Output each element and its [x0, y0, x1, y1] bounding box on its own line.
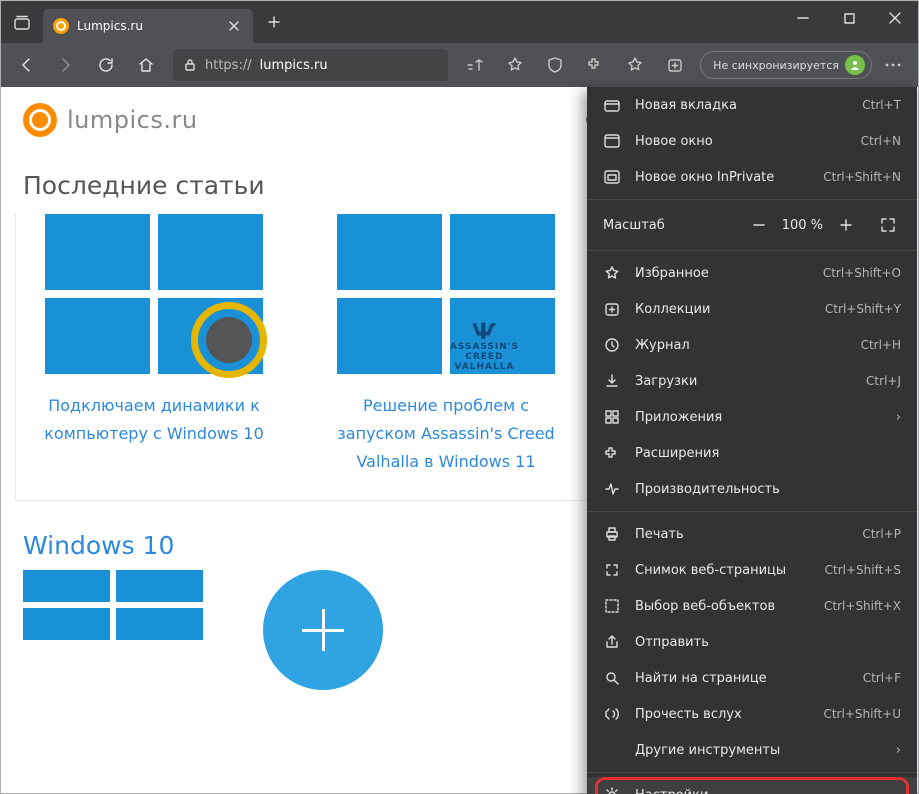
- zoom-out-button[interactable]: [746, 212, 772, 238]
- article-title: Решение проблем с запуском Assassin's Cr…: [312, 392, 580, 476]
- url-protocol: https://: [205, 58, 252, 73]
- window-controls: [780, 1, 918, 35]
- menu-separator: [587, 511, 917, 512]
- shield-icon[interactable]: [536, 46, 574, 84]
- tab-title: Lumpics.ru: [77, 19, 217, 33]
- home-button[interactable]: [127, 46, 165, 84]
- chevron-right-icon: ›: [896, 410, 901, 425]
- star-icon: [603, 265, 621, 281]
- article-thumb[interactable]: [23, 570, 203, 690]
- search-icon: [603, 670, 621, 686]
- back-button[interactable]: [7, 46, 45, 84]
- inprivate-icon: [603, 170, 621, 184]
- article-card[interactable]: Ѱ ASSASSIN'S CREED VALHALLA Решение проб…: [312, 214, 580, 476]
- toolbar: https:// lumpics.ru Не синхронизируется: [1, 43, 918, 87]
- menu-new-tab[interactable]: Новая вкладка Ctrl+T: [587, 87, 917, 123]
- window-icon: [603, 134, 621, 148]
- menu-separator: [587, 772, 917, 773]
- tab-overview-button[interactable]: [1, 1, 43, 43]
- url-domain: lumpics.ru: [260, 58, 328, 73]
- menu-new-inprivate[interactable]: Новое окно InPrivate Ctrl+Shift+N: [587, 159, 917, 195]
- favorites-star-outline-icon[interactable]: [616, 46, 654, 84]
- menu-settings[interactable]: Настройки: [587, 777, 917, 794]
- puzzle-icon: [603, 445, 621, 461]
- refresh-button[interactable]: [87, 46, 125, 84]
- minimize-button[interactable]: [780, 1, 826, 35]
- sync-label: Не синхронизируется: [713, 59, 839, 72]
- menu-apps[interactable]: Приложения ›: [587, 399, 917, 435]
- menu-collections[interactable]: Коллекции Ctrl+Shift+Y: [587, 291, 917, 327]
- forward-button[interactable]: [47, 46, 85, 84]
- chevron-right-icon: ›: [896, 743, 901, 758]
- printer-icon: [603, 526, 621, 542]
- menu-find[interactable]: Найти на странице Ctrl+F: [587, 660, 917, 696]
- menu-web-select[interactable]: Выбор веб-объектов Ctrl+Shift+X: [587, 588, 917, 624]
- read-aloud-icon[interactable]: [456, 46, 494, 84]
- app-menu: Новая вкладка Ctrl+T Новое окно Ctrl+N Н…: [587, 87, 917, 794]
- menu-capture[interactable]: Снимок веб-страницы Ctrl+Shift+S: [587, 552, 917, 588]
- windows-logo-icon: [45, 214, 263, 374]
- zoom-value: 100 %: [782, 218, 823, 233]
- article-title: Подключаем динамики к компьютеру с Windo…: [20, 392, 288, 448]
- menu-favorites[interactable]: Избранное Ctrl+Shift+O: [587, 255, 917, 291]
- speaker-icon: [169, 280, 269, 380]
- menu-more-tools[interactable]: Другие инструменты ›: [587, 732, 917, 768]
- site-logo-icon[interactable]: [23, 103, 57, 137]
- menu-performance[interactable]: Производительность: [587, 471, 917, 507]
- menu-downloads[interactable]: Загрузки Ctrl+J: [587, 363, 917, 399]
- new-tab-icon: [603, 98, 621, 112]
- maximize-button[interactable]: [826, 1, 872, 35]
- menu-separator: [587, 199, 917, 200]
- tab-close-button[interactable]: [225, 17, 243, 35]
- zoom-in-button[interactable]: [833, 212, 859, 238]
- article-card[interactable]: Подключаем динамики к компьютеру с Windo…: [20, 214, 288, 476]
- favorite-star-icon[interactable]: [496, 46, 534, 84]
- download-icon: [603, 373, 621, 389]
- sync-status-chip[interactable]: Не синхронизируется: [700, 51, 872, 79]
- screenshot-icon: [603, 562, 621, 578]
- site-name: lumpics.ru: [67, 106, 198, 134]
- valhalla-badge: Ѱ ASSASSIN'S CREED VALHALLA: [450, 324, 519, 372]
- windows-logo-icon: Ѱ ASSASSIN'S CREED VALHALLA: [337, 214, 555, 374]
- close-window-button[interactable]: [872, 1, 918, 35]
- extensions-icon[interactable]: [576, 46, 614, 84]
- menu-extensions[interactable]: Расширения: [587, 435, 917, 471]
- browser-tab[interactable]: Lumpics.ru: [43, 9, 253, 43]
- article-thumb[interactable]: [263, 570, 443, 690]
- tab-favicon-icon: [53, 18, 69, 34]
- web-select-icon: [603, 598, 621, 614]
- share-icon: [603, 634, 621, 650]
- collections-icon[interactable]: [656, 46, 694, 84]
- apps-icon: [603, 409, 621, 425]
- menu-print[interactable]: Печать Ctrl+P: [587, 516, 917, 552]
- titlebar: Lumpics.ru: [1, 1, 918, 43]
- menu-read-aloud[interactable]: Прочесть вслух Ctrl+Shift+U: [587, 696, 917, 732]
- menu-separator: [587, 250, 917, 251]
- menu-zoom: Масштаб 100 %: [587, 204, 917, 246]
- menu-new-window[interactable]: Новое окно Ctrl+N: [587, 123, 917, 159]
- lock-icon: [183, 58, 197, 72]
- new-tab-button[interactable]: [257, 5, 291, 39]
- profile-avatar-icon: [845, 55, 865, 75]
- collections-icon: [603, 301, 621, 317]
- menu-share[interactable]: Отправить: [587, 624, 917, 660]
- pulse-icon: [603, 481, 621, 497]
- fullscreen-button[interactable]: [875, 212, 901, 238]
- history-icon: [603, 337, 621, 353]
- read-aloud-icon: [603, 706, 621, 722]
- menu-history[interactable]: Журнал Ctrl+H: [587, 327, 917, 363]
- address-bar[interactable]: https:// lumpics.ru: [173, 49, 448, 81]
- app-menu-button[interactable]: [874, 46, 912, 84]
- gear-icon: [603, 787, 621, 794]
